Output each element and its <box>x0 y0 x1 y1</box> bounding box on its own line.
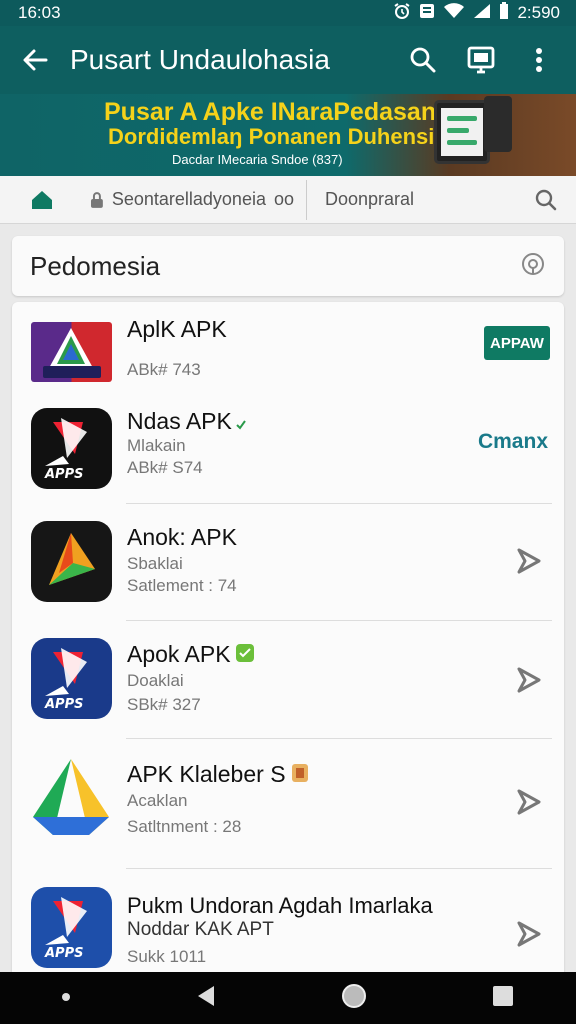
app-detail: Satlement : 74 <box>127 576 237 595</box>
app-icon <box>31 322 112 382</box>
status-clock-right: 2:590 <box>517 3 560 22</box>
nav-back-button[interactable] <box>194 984 218 1013</box>
list-item[interactable]: APPS Pukm Undoran Agdah Imarlaka Noddar … <box>12 869 564 982</box>
back-button[interactable] <box>0 26 70 94</box>
circle-home-icon <box>342 983 367 1008</box>
status-icons: 2:590 <box>393 1 560 25</box>
refresh-icon <box>522 252 544 275</box>
svg-text:APPS: APPS <box>44 946 83 961</box>
svg-text:APPS: APPS <box>44 697 83 712</box>
verified-icon <box>236 409 246 436</box>
home-button[interactable] <box>0 190 84 210</box>
search-field-text: Seontarelladyoneia <box>111 189 266 209</box>
filter-dropdown[interactable]: Doonpraral <box>325 189 516 210</box>
status-time: 16:03 <box>18 3 61 22</box>
app-detail: SBk# 327 <box>127 695 201 714</box>
list-item[interactable]: APPS Ndas APK Mlakain ABk# S74 Cmanx <box>12 394 564 504</box>
share-button[interactable] <box>512 544 546 578</box>
app-icon: APPS <box>31 638 112 719</box>
alarm-icon <box>393 2 411 25</box>
app-list: AplK APK ABk# 743 APPAW APPS Ndas APK Ml… <box>12 302 564 982</box>
dot-icon <box>62 993 71 1001</box>
app-icon: APPS <box>31 408 112 489</box>
svg-text:APPS: APPS <box>44 467 83 482</box>
lock-icon <box>90 191 103 208</box>
list-item[interactable]: APPS Apok APK Doaklai SBk# 327 <box>12 621 564 739</box>
open-link[interactable]: Cmanx <box>478 430 548 454</box>
app-name: AplK APK <box>127 316 227 342</box>
square-recents-icon <box>492 985 513 1006</box>
banner-headline: Pusar A Apke INaraPedasan <box>104 98 437 126</box>
search-field[interactable]: Seontarelladyoneia oo <box>84 189 294 210</box>
more-options-button[interactable] <box>522 43 556 77</box>
nav-home-button[interactable] <box>340 982 368 1015</box>
search-button[interactable] <box>406 43 440 77</box>
cast-button[interactable] <box>464 43 498 77</box>
app-subtitle: Acaklan <box>127 791 188 810</box>
divider <box>306 179 307 220</box>
app-icon: APPS <box>31 887 112 968</box>
app-subtitle: Sbaklai <box>127 554 183 573</box>
verified-icon <box>235 642 255 669</box>
app-detail: Satltnment : 28 <box>127 817 242 836</box>
share-button[interactable] <box>512 663 546 697</box>
app-subtitle: Noddar KAK APT <box>127 919 274 940</box>
list-item[interactable]: APK Klaleber S Acaklan Satltnment : 28 <box>12 739 564 869</box>
app-detail: ABk# 743 <box>127 360 201 379</box>
list-item[interactable]: AplK APK ABk# 743 APPAW <box>12 302 564 394</box>
signal-icon <box>473 3 491 24</box>
more-vert-icon <box>536 48 542 72</box>
banner-caption: Dacdar IMecaria Sndoe (837) <box>172 152 343 167</box>
app-detail: Sukk 1011 <box>127 947 207 966</box>
search-icon <box>535 189 557 210</box>
status-bar: 16:03 2:590 <box>0 0 576 26</box>
arrow-back-icon <box>23 49 48 71</box>
install-button[interactable]: APPAW <box>484 326 550 360</box>
promo-banner[interactable]: Pusar A Apke INaraPedasan Dordidemlaŋ Po… <box>0 94 576 176</box>
app-badge-icon <box>290 762 310 790</box>
app-subtitle: Doaklai <box>127 671 184 690</box>
app-title: Pusart Undaulohasia <box>70 44 330 75</box>
app-name: Ndas APK <box>127 408 246 436</box>
nav-dot-button[interactable] <box>61 989 71 1007</box>
home-icon <box>32 190 52 209</box>
app-icon <box>31 521 112 602</box>
section-header: Pedomesia <box>12 236 564 296</box>
wifi-icon <box>443 2 465 24</box>
share-icon <box>517 548 541 574</box>
search-field-suffix: oo <box>273 189 294 209</box>
app-actions <box>406 43 576 77</box>
battery-icon <box>499 1 509 25</box>
banner-subheadline: Dordidemlaŋ Ponanen Duhensian <box>108 124 461 149</box>
list-item[interactable]: Anok: APK Sbaklai Satlement : 74 <box>12 504 564 621</box>
share-icon <box>517 921 541 947</box>
share-button[interactable] <box>512 785 546 819</box>
app-bar: Pusart Undaulohasia <box>0 26 576 94</box>
notification-icon <box>419 2 435 25</box>
tablet-illustration <box>434 100 490 164</box>
search-filter-row: Seontarelladyoneia oo Doonpraral <box>0 176 576 224</box>
triangle-back-icon <box>197 985 214 1006</box>
share-icon <box>517 667 541 693</box>
system-nav-bar <box>0 972 576 1024</box>
app-name: Pukm Undoran Agdah Imarlaka <box>127 893 433 918</box>
refresh-button[interactable] <box>520 251 546 282</box>
nav-recents-button[interactable] <box>491 984 515 1013</box>
app-icon <box>31 757 112 838</box>
share-icon <box>517 789 541 815</box>
search-icon <box>410 47 436 73</box>
app-name: Anok: APK <box>127 524 237 550</box>
share-button[interactable] <box>512 917 546 951</box>
screen-icon <box>467 46 495 74</box>
app-name: APK Klaleber S <box>127 761 310 790</box>
app-name: Apok APK <box>127 641 255 669</box>
section-title: Pedomesia <box>30 250 161 281</box>
app-detail: ABk# S74 <box>127 458 203 477</box>
search-submit-button[interactable] <box>516 189 576 211</box>
phone-illustration <box>484 96 512 152</box>
app-subtitle: Mlakain <box>127 436 186 455</box>
